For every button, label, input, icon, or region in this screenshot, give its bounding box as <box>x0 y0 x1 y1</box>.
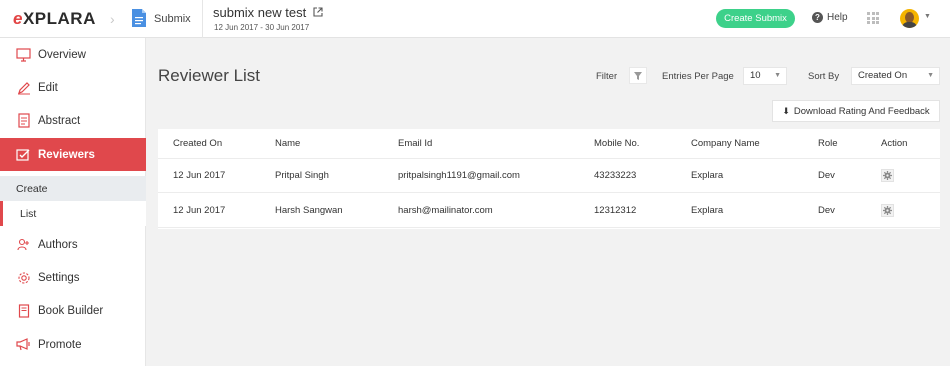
sort-by-value: Created On <box>858 70 908 81</box>
sort-by-label: Sort By <box>808 71 840 82</box>
book-icon <box>16 303 31 318</box>
cell-action <box>881 159 894 192</box>
event-title-text[interactable]: submix new test <box>213 5 306 20</box>
header-company[interactable]: Company Name <box>691 129 760 158</box>
top-header: eXPLARA › Submix submix new test 12 Jun … <box>0 0 950 38</box>
help-link[interactable]: ? Help <box>812 12 848 23</box>
sidebar-item-settings[interactable]: Settings <box>0 261 146 294</box>
sidebar-item-label: Book Builder <box>38 304 104 317</box>
header-created-on[interactable]: Created On <box>173 129 222 158</box>
header-mobile[interactable]: Mobile No. <box>594 129 639 158</box>
sidebar-item-book-builder[interactable]: Book Builder <box>0 294 146 327</box>
cell-mobile: 12312312 <box>594 205 637 216</box>
help-icon: ? <box>812 12 823 23</box>
cell-action <box>881 194 894 227</box>
chevron-down-icon[interactable]: ▼ <box>924 13 931 20</box>
header-email[interactable]: Email Id <box>398 129 432 158</box>
header-name[interactable]: Name <box>275 129 300 158</box>
header-divider <box>202 0 203 38</box>
filter-label: Filter <box>596 71 618 82</box>
cell-email: pritpalsingh1191@gmail.com <box>398 170 520 181</box>
entries-per-page-label: Entries Per Page <box>662 71 734 82</box>
user-check-icon <box>16 147 31 162</box>
sidebar-item-label: Abstract <box>38 114 81 127</box>
reviewer-table: Created On Name Email Id Mobile No. Comp… <box>158 129 940 229</box>
sidebar-item-label: Settings <box>38 271 80 284</box>
download-icon: ⬇ <box>782 105 790 116</box>
sidebar-item-label: Authors <box>38 238 78 251</box>
table-header: Created On Name Email Id Mobile No. Comp… <box>158 129 940 159</box>
cell-mobile: 43233223 <box>594 170 637 181</box>
pencil-icon <box>16 80 31 95</box>
breadcrumb-submix[interactable]: Submix <box>154 13 191 25</box>
monitor-icon <box>16 47 31 62</box>
cell-role: Dev <box>818 170 835 181</box>
sidebar-item-label: Edit <box>38 81 58 94</box>
gear-icon[interactable] <box>881 169 894 182</box>
cell-created-on: 12 Jun 2017 <box>173 205 226 216</box>
sidebar-subitem-list[interactable]: List <box>0 201 146 226</box>
event-dates: 12 Jun 2017 - 30 Jun 2017 <box>214 23 310 32</box>
cell-created-on: 12 Jun 2017 <box>173 170 226 181</box>
create-submix-button[interactable]: Create Submix <box>716 9 795 28</box>
entries-per-page-value: 10 <box>750 70 761 81</box>
explara-logo[interactable]: eXPLARA <box>13 9 96 29</box>
sidebar-item-label: Overview <box>38 48 86 61</box>
sidebar-item-overview[interactable]: Overview <box>0 38 146 71</box>
help-label: Help <box>827 12 848 23</box>
sidebar-item-promote[interactable]: Promote <box>0 328 146 361</box>
page-title: Reviewer List <box>158 66 261 85</box>
filter-icon <box>634 71 642 80</box>
apps-grid-icon[interactable] <box>867 12 879 24</box>
sidebar-subitem-create[interactable]: Create <box>0 176 146 201</box>
external-link-icon[interactable] <box>313 7 323 17</box>
sidebar-item-label: Reviewers <box>38 148 95 161</box>
header-action: Action <box>881 138 908 149</box>
sidebar-item-reviewers[interactable]: Reviewers <box>0 138 146 171</box>
gear-icon[interactable] <box>881 204 894 217</box>
gear-icon <box>16 270 31 285</box>
cell-company: Explara <box>691 170 724 181</box>
cell-role: Dev <box>818 205 835 216</box>
cell-company: Explara <box>691 205 724 216</box>
filter-button[interactable] <box>629 67 647 84</box>
sidebar-subitem-label: List <box>20 207 37 220</box>
cell-name: Harsh Sangwan <box>275 205 343 216</box>
download-button-label: Download Rating And Feedback <box>793 105 930 117</box>
chevron-down-icon: ▼ <box>927 72 934 79</box>
sidebar-subitem-label: Create <box>16 182 48 195</box>
table-row: 12 Jun 2017 Pritpal Singh pritpalsingh11… <box>158 159 940 193</box>
entries-per-page-select[interactable]: 10 ▼ <box>743 67 787 85</box>
users-icon <box>16 237 31 252</box>
table-row: 12 Jun 2017 Harsh Sangwan harsh@mailinat… <box>158 194 940 228</box>
cell-name: Pritpal Singh <box>275 170 329 181</box>
sidebar-item-authors[interactable]: Authors <box>0 228 146 261</box>
header-role[interactable]: Role <box>818 129 838 158</box>
sidebar: Overview Edit Abstract Reviewers Create … <box>0 38 146 366</box>
event-title: submix new test <box>213 5 323 20</box>
chevron-down-icon: ▼ <box>774 72 781 79</box>
download-rating-feedback-button[interactable]: ⬇ Download Rating And Feedback <box>772 100 940 122</box>
sidebar-item-edit[interactable]: Edit <box>0 71 146 104</box>
document-icon <box>16 113 31 128</box>
cell-email: harsh@mailinator.com <box>398 205 493 216</box>
avatar[interactable] <box>900 9 919 28</box>
sidebar-item-label: Promote <box>38 338 82 351</box>
sidebar-item-abstract[interactable]: Abstract <box>0 104 146 137</box>
megaphone-icon <box>16 337 31 352</box>
breadcrumb-chevron-icon: › <box>110 11 115 27</box>
sort-by-select[interactable]: Created On ▼ <box>851 67 940 85</box>
submix-doc-icon <box>132 9 146 27</box>
